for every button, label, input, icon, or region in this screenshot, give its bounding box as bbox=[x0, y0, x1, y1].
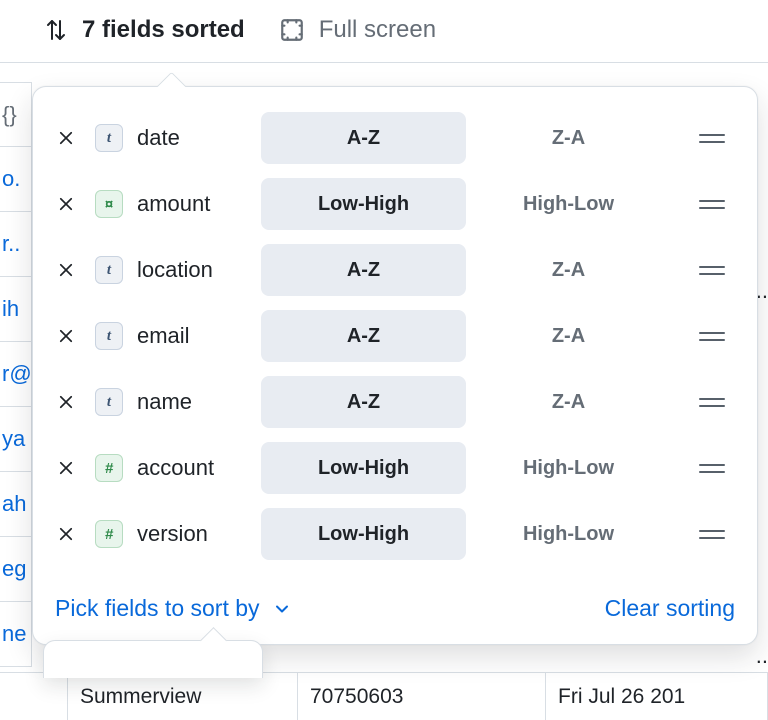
sort-desc-button[interactable]: Z-A bbox=[466, 112, 671, 164]
sort-asc-button[interactable]: Low-High bbox=[261, 178, 466, 230]
pick-fields-button[interactable]: Pick fields to sort by bbox=[55, 595, 292, 622]
sort-row: ¤ amount Low-HighHigh-Low bbox=[51, 171, 739, 237]
remove-sort-button[interactable] bbox=[51, 189, 81, 219]
sort-direction-toggle: A-ZZ-A bbox=[261, 310, 671, 362]
email-cell-fragment[interactable]: ya bbox=[0, 407, 32, 472]
toolbar: 7 fields sorted Full screen bbox=[0, 0, 768, 63]
email-cell-fragment[interactable]: ah bbox=[0, 472, 32, 537]
remove-sort-button[interactable] bbox=[51, 387, 81, 417]
fullscreen-label: Full screen bbox=[319, 16, 436, 44]
sort-desc-button[interactable]: Z-A bbox=[466, 310, 671, 362]
remove-sort-button[interactable] bbox=[51, 255, 81, 285]
sort-direction-toggle: A-ZZ-A bbox=[261, 112, 671, 164]
sort-asc-button[interactable]: A-Z bbox=[261, 112, 466, 164]
sort-rows-list: tdateA-ZZ-A¤amountLow-HighHigh-Lowtlocat… bbox=[33, 105, 757, 567]
drag-handle-icon[interactable] bbox=[695, 258, 729, 282]
sort-row: # account Low-HighHigh-Low bbox=[51, 435, 739, 501]
field-type-badge: # bbox=[95, 520, 123, 548]
remove-sort-button[interactable] bbox=[51, 321, 81, 351]
table-bottom-fragment: Summerview 70750603 Fri Jul 26 201 bbox=[0, 672, 768, 720]
field-type-badge: ¤ bbox=[95, 190, 123, 218]
email-cell-fragment[interactable]: ne bbox=[0, 602, 32, 667]
sort-row: # version Low-HighHigh-Low bbox=[51, 501, 739, 567]
sort-direction-toggle: Low-HighHigh-Low bbox=[261, 508, 671, 560]
field-name-label: version bbox=[137, 521, 247, 547]
drag-handle-icon[interactable] bbox=[695, 324, 729, 348]
sort-asc-button[interactable]: Low-High bbox=[261, 442, 466, 494]
field-type-badge: t bbox=[95, 322, 123, 350]
close-icon bbox=[57, 459, 75, 477]
table-cell[interactable] bbox=[0, 672, 68, 720]
email-cell-fragment[interactable]: ih bbox=[0, 277, 32, 342]
sort-direction-toggle: A-ZZ-A bbox=[261, 244, 671, 296]
close-icon bbox=[57, 129, 75, 147]
sort-direction-toggle: A-ZZ-A bbox=[261, 376, 671, 428]
clear-sorting-button[interactable]: Clear sorting bbox=[605, 595, 735, 622]
sort-popover: tdateA-ZZ-A¤amountLow-HighHigh-Lowtlocat… bbox=[32, 86, 758, 645]
pick-fields-submenu[interactable] bbox=[43, 640, 263, 678]
field-type-badge: t bbox=[95, 124, 123, 152]
sort-row: t location A-ZZ-A bbox=[51, 237, 739, 303]
email-cell-fragment[interactable]: eg bbox=[0, 537, 32, 602]
sort-desc-button[interactable]: High-Low bbox=[466, 508, 671, 560]
close-icon bbox=[57, 195, 75, 213]
sort-asc-button[interactable]: A-Z bbox=[261, 310, 466, 362]
sort-asc-button[interactable]: Low-High bbox=[261, 508, 466, 560]
fullscreen-button[interactable]: Full screen bbox=[279, 16, 436, 44]
field-name-label: location bbox=[137, 257, 247, 283]
table-cell[interactable]: Fri Jul 26 201 bbox=[546, 672, 768, 720]
sort-icon bbox=[44, 18, 68, 42]
sort-desc-button[interactable]: Z-A bbox=[466, 244, 671, 296]
sort-row: temail A-ZZ-A bbox=[51, 303, 739, 369]
sort-direction-toggle: Low-HighHigh-Low bbox=[261, 442, 671, 494]
field-name-label: amount bbox=[137, 191, 247, 217]
pick-fields-label: Pick fields to sort by bbox=[55, 595, 260, 622]
sort-row: tdate A-ZZ-A bbox=[51, 105, 739, 171]
email-cell-fragment[interactable]: o. bbox=[0, 147, 32, 212]
sort-asc-button[interactable]: A-Z bbox=[261, 376, 466, 428]
sort-summary-label: 7 fields sorted bbox=[82, 16, 245, 44]
sort-desc-button[interactable]: Z-A bbox=[466, 376, 671, 428]
drag-handle-icon[interactable] bbox=[695, 522, 729, 546]
sort-desc-button[interactable]: High-Low bbox=[466, 442, 671, 494]
remove-sort-button[interactable] bbox=[51, 123, 81, 153]
table-cell[interactable]: 70750603 bbox=[298, 672, 546, 720]
sort-direction-toggle: Low-HighHigh-Low bbox=[261, 178, 671, 230]
close-icon bbox=[57, 393, 75, 411]
table-cell[interactable]: Summerview bbox=[68, 672, 298, 720]
sort-popover-footer: Pick fields to sort by Clear sorting bbox=[33, 575, 757, 644]
drag-handle-icon[interactable] bbox=[695, 126, 729, 150]
sort-desc-button[interactable]: High-Low bbox=[466, 178, 671, 230]
email-cell-fragment[interactable]: r.. bbox=[0, 212, 32, 277]
column-header-fragment: {} bbox=[0, 82, 32, 147]
close-icon bbox=[57, 525, 75, 543]
sort-row: tname A-ZZ-A bbox=[51, 369, 739, 435]
table-left-fragment: {} o. r.. ih r@ ya ah eg ne bbox=[0, 82, 32, 667]
field-type-badge: t bbox=[95, 388, 123, 416]
field-name-label: name bbox=[137, 389, 247, 415]
field-type-badge: # bbox=[95, 454, 123, 482]
drag-handle-icon[interactable] bbox=[695, 390, 729, 414]
drag-handle-icon[interactable] bbox=[695, 456, 729, 480]
sort-summary-button[interactable]: 7 fields sorted bbox=[44, 16, 245, 44]
sort-asc-button[interactable]: A-Z bbox=[261, 244, 466, 296]
email-cell-fragment[interactable]: r@ bbox=[0, 342, 32, 407]
field-type-badge: t bbox=[95, 256, 123, 284]
fullscreen-icon bbox=[279, 17, 305, 43]
field-name-label: email bbox=[137, 323, 247, 349]
chevron-down-icon bbox=[272, 599, 292, 619]
remove-sort-button[interactable] bbox=[51, 453, 81, 483]
close-icon bbox=[57, 327, 75, 345]
field-name-label: account bbox=[137, 455, 247, 481]
remove-sort-button[interactable] bbox=[51, 519, 81, 549]
close-icon bbox=[57, 261, 75, 279]
field-name-label: date bbox=[137, 125, 247, 151]
clear-sorting-label: Clear sorting bbox=[605, 595, 735, 621]
drag-handle-icon[interactable] bbox=[695, 192, 729, 216]
